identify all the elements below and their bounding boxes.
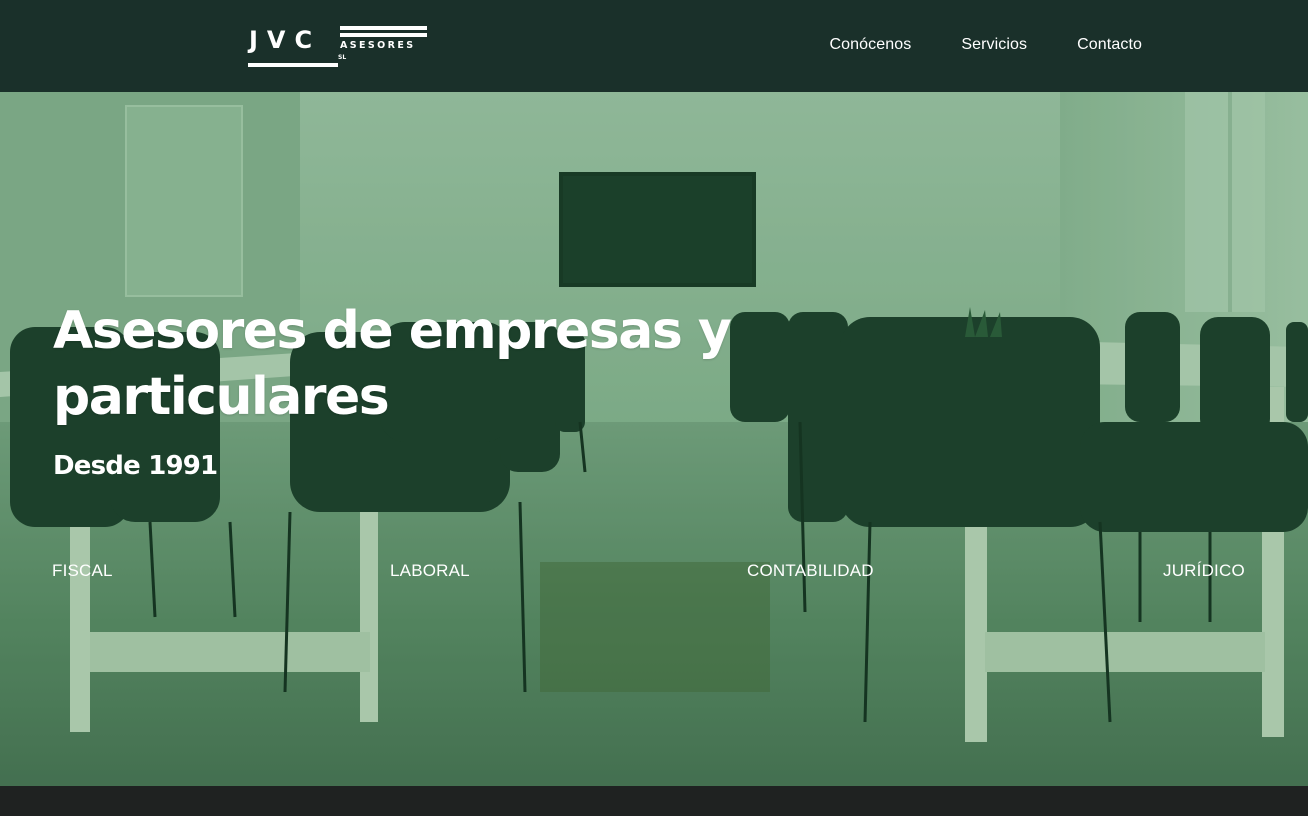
hero-subtitle: Desde 1991: [53, 451, 218, 481]
service-fiscal[interactable]: FISCAL: [52, 561, 113, 581]
nav-link-servicios[interactable]: Servicios: [961, 36, 1027, 54]
main-nav: Conócenos Servicios Contacto: [829, 36, 1142, 54]
service-juridico[interactable]: JURÍDICO: [1163, 561, 1245, 581]
next-section-strip: [0, 786, 1308, 816]
service-laboral[interactable]: LABORAL: [390, 561, 470, 581]
logo-wordmark: JVC: [249, 26, 322, 54]
hero-title: Asesores de empresas y particulares: [53, 301, 732, 427]
logo-underline: [248, 63, 338, 67]
service-contabilidad[interactable]: CONTABILIDAD: [747, 561, 874, 581]
hero-color-overlay: [0, 92, 1308, 786]
site-header: JVC ASESORES SL Conócenos Servicios Cont…: [0, 0, 1308, 92]
logo-stripe: [340, 26, 427, 30]
logo-suffix: SL: [338, 54, 347, 61]
nav-link-conocenos[interactable]: Conócenos: [829, 36, 911, 54]
logo-subtitle: ASESORES: [340, 40, 416, 51]
jvc-asesores-logo[interactable]: JVC ASESORES SL: [248, 25, 430, 71]
logo-stripe: [340, 33, 427, 37]
hero-section: Asesores de empresas y particulares Desd…: [0, 92, 1308, 786]
nav-link-contacto[interactable]: Contacto: [1077, 36, 1142, 54]
